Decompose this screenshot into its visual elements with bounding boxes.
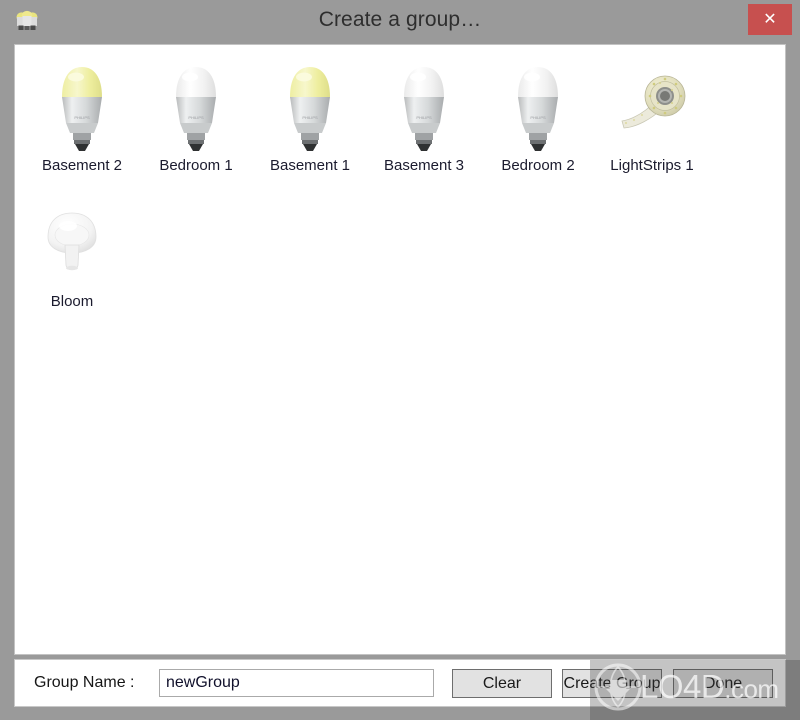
hue-bulb-icon: PHILIPS xyxy=(46,59,118,155)
device-item-bedroom-1[interactable]: PHILIPS Bedroom 1 xyxy=(139,59,253,187)
device-label: Basement 3 xyxy=(383,157,465,174)
device-item-basement-2[interactable]: PHILIPS Basement 2 xyxy=(25,59,139,187)
title-bar: Create a group… ✕ xyxy=(0,0,800,42)
device-label: Basement 2 xyxy=(41,157,123,174)
group-name-input[interactable] xyxy=(159,669,434,697)
device-list-panel: PHILIPS Basement 2 PHILIPS Bedroom 1 PHI… xyxy=(14,44,786,655)
svg-text:PHILIPS: PHILIPS xyxy=(416,115,432,120)
device-grid: PHILIPS Basement 2 PHILIPS Bedroom 1 PHI… xyxy=(15,45,785,331)
close-button[interactable]: ✕ xyxy=(748,4,792,35)
svg-text:PHILIPS: PHILIPS xyxy=(302,115,318,120)
device-label: Basement 1 xyxy=(269,157,351,174)
svg-text:PHILIPS: PHILIPS xyxy=(188,115,204,120)
done-button[interactable]: Done xyxy=(673,669,773,698)
device-label: Bedroom 1 xyxy=(159,157,233,174)
create-group-button[interactable]: Create Group xyxy=(562,669,662,698)
device-label: Bedroom 2 xyxy=(501,157,575,174)
device-item-basement-1[interactable]: PHILIPS Basement 1 xyxy=(253,59,367,187)
device-item-bloom[interactable]: Bloom xyxy=(15,195,129,323)
hue-bloom-icon xyxy=(36,195,108,291)
hue-bulb-icon: PHILIPS xyxy=(160,59,232,155)
create-group-dialog-window: Create a group… ✕ PHILIPS Basement 2 PHI… xyxy=(0,0,800,720)
dialog-bottom-bar: Group Name : Clear Create Group Done xyxy=(14,659,786,707)
device-item-lightstrips-1[interactable]: LightStrips 1 xyxy=(595,59,709,187)
hue-lightstrip-icon xyxy=(616,59,688,155)
clear-button[interactable]: Clear xyxy=(452,669,552,698)
device-label: LightStrips 1 xyxy=(610,157,694,174)
window-title: Create a group… xyxy=(318,8,482,31)
device-label: Bloom xyxy=(50,293,94,310)
hue-bulb-icon: PHILIPS xyxy=(502,59,574,155)
hue-bulb-icon: PHILIPS xyxy=(388,59,460,155)
group-name-label: Group Name : xyxy=(34,674,135,691)
svg-text:PHILIPS: PHILIPS xyxy=(74,115,90,120)
device-item-bedroom-2[interactable]: PHILIPS Bedroom 2 xyxy=(481,59,595,187)
hue-bulb-icon: PHILIPS xyxy=(274,59,346,155)
device-item-basement-3[interactable]: PHILIPS Basement 3 xyxy=(367,59,481,187)
svg-text:PHILIPS: PHILIPS xyxy=(530,115,546,120)
